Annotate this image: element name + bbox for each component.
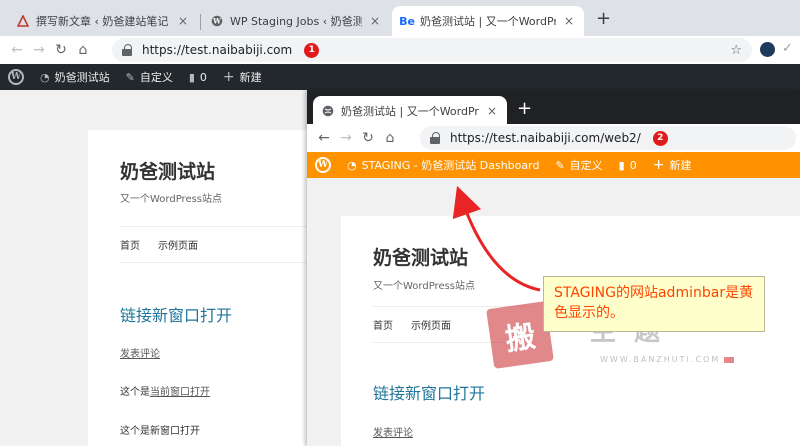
annotation-arrow: [452, 185, 541, 292]
watermark-url: WWW.BANZHUTI.COM: [600, 355, 735, 364]
annotation-callout: STAGING的网站adminbar是黄色显示的。: [543, 276, 765, 332]
